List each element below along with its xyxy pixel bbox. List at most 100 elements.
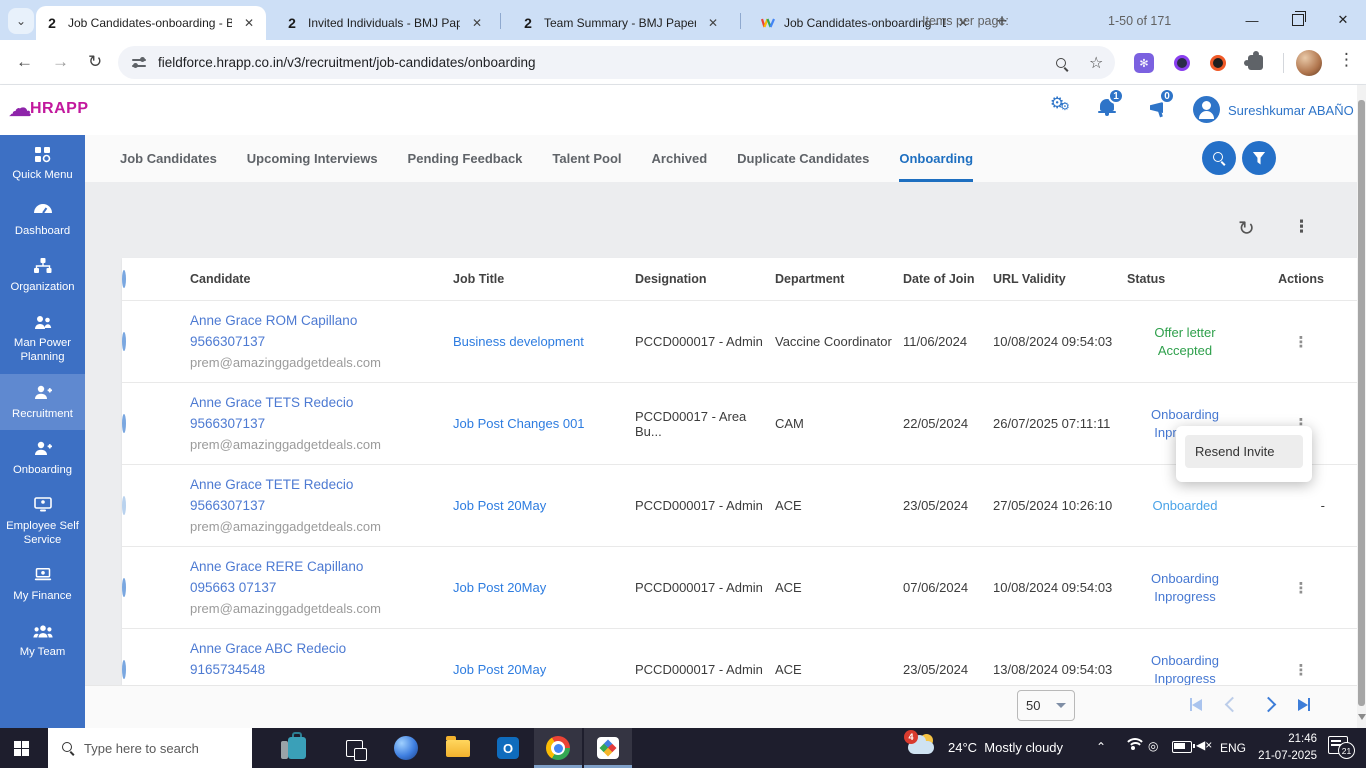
sidebar-item-my-team[interactable]: My Team: [0, 612, 85, 668]
browser-tab-1[interactable]: 2 Job Candidates-onboarding - B ✕: [36, 6, 266, 40]
resend-invite-menu-item[interactable]: Resend Invite: [1185, 435, 1303, 468]
hrapp-logo[interactable]: ☁ HRAPP: [8, 97, 89, 121]
tab-close-icon[interactable]: ✕: [240, 14, 258, 32]
date-of-join-cell: 07/06/2024: [903, 580, 993, 595]
tray-expand-chevron-icon[interactable]: ⌃: [1096, 740, 1106, 754]
candidate-email: prem@amazinggadgetdeals.com: [190, 601, 453, 616]
back-icon[interactable]: ←: [16, 52, 33, 72]
row-checkbox[interactable]: [122, 660, 126, 679]
candidate-name[interactable]: Anne Grace TETE Redecio: [190, 477, 453, 492]
extension-icon-1[interactable]: ✻: [1134, 53, 1154, 73]
next-page-button[interactable]: [1250, 699, 1286, 710]
last-page-button[interactable]: [1286, 698, 1322, 711]
browser-tab-3[interactable]: 2 Team Summary - BMJ Paperpa ✕: [512, 6, 730, 40]
notification-center-icon[interactable]: 21: [1328, 736, 1348, 754]
tab-close-icon[interactable]: ✕: [704, 14, 722, 32]
settings-gears-icon[interactable]: ⚙⚙: [1050, 96, 1074, 116]
window-restore-button[interactable]: [1275, 0, 1321, 40]
extension-icon-2[interactable]: [1172, 53, 1192, 73]
taskbar-app-outlook[interactable]: O: [484, 728, 532, 768]
sidebar-item-quick-menu[interactable]: Quick Menu: [0, 135, 85, 191]
table-menu-icon[interactable]: ⋮: [1293, 217, 1310, 237]
wifi-icon[interactable]: [1124, 736, 1142, 752]
date-of-join-cell: 23/05/2024: [903, 498, 993, 513]
tab-favicon: 2: [284, 15, 300, 31]
tab-pending-feedback[interactable]: Pending Feedback: [408, 135, 523, 182]
candidate-name[interactable]: Anne Grace TETS Redecio: [190, 395, 453, 410]
row-actions-menu-icon[interactable]: ⋮: [1245, 661, 1357, 679]
taskbar-app-chrome[interactable]: [534, 728, 582, 768]
refresh-icon[interactable]: ↻: [1238, 216, 1255, 241]
extension-icon-3[interactable]: [1208, 53, 1228, 73]
file-explorer-button[interactable]: [434, 728, 482, 768]
taskbar-app-travel[interactable]: [268, 728, 326, 768]
extensions-puzzle-icon[interactable]: [1248, 55, 1263, 70]
task-view-icon: [346, 740, 363, 757]
browser-profile-avatar[interactable]: [1296, 50, 1322, 76]
first-page-button[interactable]: [1178, 698, 1214, 711]
tab-search-button[interactable]: ⌄: [8, 8, 34, 34]
row-checkbox[interactable]: [122, 578, 126, 597]
table-row: Anne Grace ABC Redecio 9165734548 prem@a…: [122, 628, 1357, 685]
reload-icon[interactable]: ↻: [88, 52, 102, 72]
user-avatar[interactable]: [1193, 96, 1220, 123]
select-all-checkbox[interactable]: [122, 270, 126, 288]
taskbar-app-browser[interactable]: [382, 728, 430, 768]
sidebar-item-onboarding[interactable]: Onboarding: [0, 430, 85, 486]
row-checkbox[interactable]: [122, 414, 126, 433]
job-title-link[interactable]: Business development: [453, 334, 635, 349]
candidate-name[interactable]: Anne Grace RERE Capillano: [190, 559, 453, 574]
row-actions-menu-icon[interactable]: ⋮: [1245, 333, 1357, 351]
row-actions-menu-icon[interactable]: ⋮: [1245, 579, 1357, 597]
scrollbar-thumb[interactable]: [1358, 100, 1365, 706]
filter-button[interactable]: [1242, 141, 1276, 175]
window-minimize-button[interactable]: —: [1229, 0, 1275, 40]
start-button[interactable]: [14, 741, 29, 756]
sidebar-item-man-power-planning[interactable]: Man Power Planning: [0, 303, 85, 373]
browser-menu-icon[interactable]: ⋮: [1338, 50, 1355, 70]
search-button[interactable]: [1202, 141, 1236, 175]
scrollbar-down-arrow[interactable]: [1358, 714, 1366, 720]
tab-archived[interactable]: Archived: [652, 135, 708, 182]
site-settings-icon[interactable]: [132, 57, 146, 69]
forward-icon[interactable]: →: [52, 52, 69, 72]
window-close-button[interactable]: ✕: [1320, 0, 1366, 40]
candidate-name[interactable]: Anne Grace ABC Redecio: [190, 641, 453, 656]
sidebar-item-my-finance[interactable]: My Finance: [0, 556, 85, 612]
tray-device-icon[interactable]: ◎: [1148, 739, 1158, 753]
zoom-icon[interactable]: [1056, 57, 1068, 75]
candidate-name[interactable]: Anne Grace ROM Capillano: [190, 313, 453, 328]
tab-close-icon[interactable]: ✕: [468, 14, 486, 32]
sidebar-item-dashboard[interactable]: Dashboard: [0, 191, 85, 247]
clock-date: 21-07-2025: [1245, 748, 1317, 765]
taskbar-search[interactable]: Type here to search: [48, 728, 252, 768]
bookmark-star-icon[interactable]: ☆: [1089, 53, 1103, 73]
tab-upcoming-interviews[interactable]: Upcoming Interviews: [247, 135, 378, 182]
taskbar-clock[interactable]: 21:46 21-07-2025: [1245, 731, 1317, 764]
sidebar-item-recruitment[interactable]: Recruitment: [0, 374, 85, 430]
battery-icon[interactable]: [1172, 741, 1192, 753]
job-title-link[interactable]: Job Post Changes 001: [453, 416, 635, 431]
volume-muted-icon[interactable]: ◀×: [1196, 738, 1212, 752]
taskbar-app-colored[interactable]: [584, 728, 632, 768]
job-title-link[interactable]: Job Post 20May: [453, 580, 635, 595]
row-checkbox[interactable]: [122, 332, 126, 351]
tab-job-candidates[interactable]: Job Candidates: [120, 135, 217, 182]
user-name[interactable]: Sureshkumar ABAÑO: [1228, 103, 1354, 118]
address-bar[interactable]: fieldforce.hrapp.co.in/v3/recruitment/jo…: [118, 46, 1115, 79]
language-indicator[interactable]: ENG: [1220, 741, 1246, 755]
row-checkbox[interactable]: [122, 496, 126, 515]
previous-page-button[interactable]: [1214, 699, 1250, 710]
job-title-link[interactable]: Job Post 20May: [453, 662, 635, 677]
sidebar-item-employee-self-service[interactable]: Employee Self Service: [0, 486, 85, 556]
job-title-link[interactable]: Job Post 20May: [453, 498, 635, 513]
weather-text[interactable]: 24°C Mostly cloudy: [948, 740, 1063, 755]
sidebar-item-organization[interactable]: Organization: [0, 247, 85, 303]
browser-tab-2[interactable]: 2 Invited Individuals - BMJ Paperpa ✕: [276, 6, 494, 40]
tab-talent-pool[interactable]: Talent Pool: [552, 135, 621, 182]
weather-icon[interactable]: 4: [908, 733, 940, 763]
task-view-button[interactable]: [330, 728, 378, 768]
tab-onboarding[interactable]: Onboarding: [899, 135, 973, 182]
tab-duplicate-candidates[interactable]: Duplicate Candidates: [737, 135, 869, 182]
items-per-page-select[interactable]: 50: [1017, 690, 1075, 721]
